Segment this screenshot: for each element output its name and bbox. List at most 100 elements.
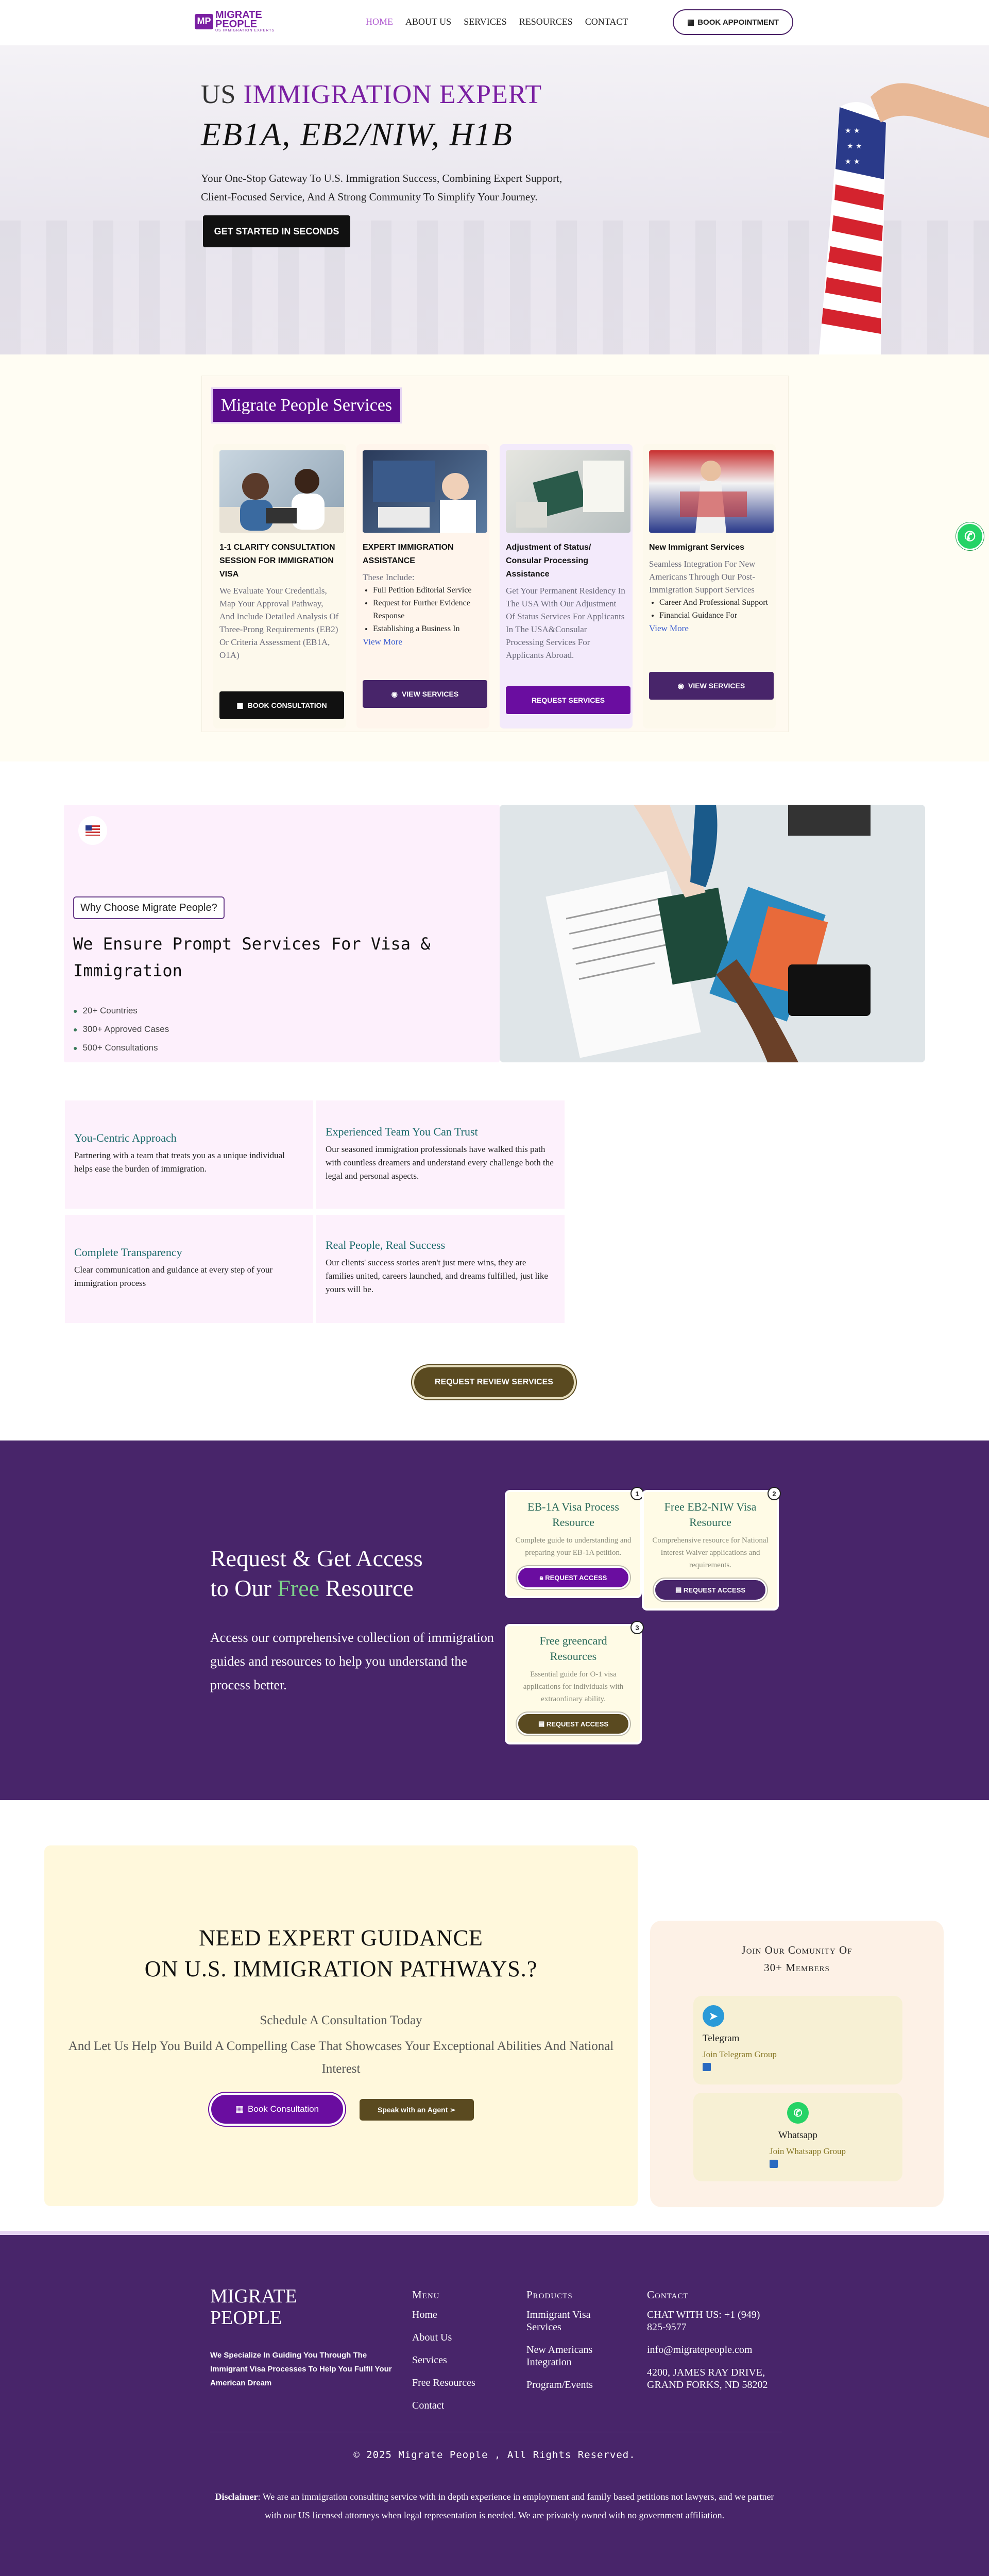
- button-label: Book Consultation: [248, 2104, 319, 2114]
- external-link-icon: [703, 2063, 711, 2071]
- adjustment-image: [506, 450, 630, 533]
- logo-line-2: PEOPLE: [215, 19, 258, 30]
- send-icon: ➢: [448, 2105, 456, 2114]
- document-icon: ▤: [538, 1720, 547, 1727]
- telegram-card[interactable]: ➤ Telegram Join Telegram Group: [693, 1996, 902, 2084]
- footer-link-contact[interactable]: Contact: [412, 2399, 505, 2412]
- nav-link-home[interactable]: HOME: [366, 16, 393, 27]
- top-navigation: MP MIGRATE PEOPLE US IMMIGRATION EXPERTS…: [0, 0, 989, 45]
- why-stats-list: 20+ Countries 300+ Approved Cases 500+ C…: [73, 1002, 169, 1057]
- nav-link-services[interactable]: SERVICES: [464, 16, 507, 27]
- view-more-link[interactable]: View More: [363, 635, 483, 648]
- expert-guidance-panel: NEED EXPERT GUIDANCE ON U.S. IMMIGRATION…: [44, 1845, 638, 2206]
- disclaimer-text: : We are an immigration consulting servi…: [258, 2492, 774, 2520]
- service-bullet: Request for Further Evidence Response: [373, 597, 483, 622]
- feature-real-success: Real People, Real Success Our clients' s…: [316, 1215, 565, 1323]
- request-review-services-button[interactable]: REQUEST REVIEW SERVICES: [412, 1365, 576, 1399]
- service-description: Get Your Permanent Residency In The USA …: [506, 586, 625, 660]
- feature-transparency: Complete Transparency Clear communicatio…: [65, 1215, 313, 1323]
- footer-link-free-resources[interactable]: Free Resources: [412, 2377, 505, 2389]
- footer-tagline: We Specialize In Guiding You Through The…: [210, 2351, 392, 2387]
- whatsapp-name: Whatsapp: [778, 2130, 817, 2141]
- get-started-button[interactable]: GET STARTED IN SECONDS: [203, 215, 350, 247]
- expert-assistance-image: [363, 450, 487, 533]
- service-bullet: Career And Professional Support: [659, 596, 770, 609]
- hero-title: US IMMIGRATION EXPERT: [201, 79, 542, 110]
- svg-text:★ ★: ★ ★: [847, 142, 862, 150]
- resources-description: Access our comprehensive collection of i…: [210, 1630, 494, 1692]
- heading-part: to Our: [210, 1575, 271, 1601]
- nav-link-resources[interactable]: RESOURCES: [519, 16, 573, 27]
- footer-product-link[interactable]: Immigrant Visa Services: [526, 2309, 619, 2333]
- logo-tagline: US IMMIGRATION EXPERTS: [215, 29, 275, 32]
- document-icon: ▤: [675, 1586, 684, 1594]
- service-bullet: Establishing a Business In: [373, 622, 483, 635]
- book-appointment-label: BOOK APPOINTMENT: [697, 18, 779, 27]
- eye-icon: ◉: [391, 689, 398, 698]
- service-card-adjustment: Adjustment of Status/ Consular Processin…: [500, 444, 633, 728]
- request-access-button[interactable]: 🔒︎ REQUEST ACCESS: [517, 1566, 630, 1589]
- view-more-link[interactable]: View More: [649, 622, 770, 635]
- stat-countries: 20+ Countries: [73, 1002, 169, 1020]
- site-footer: MIGRATE PEOPLE We Specialize In Guiding …: [0, 2231, 989, 2576]
- button-label: VIEW SERVICES: [688, 682, 745, 690]
- guidance-subheading: Schedule A Consultation Today: [260, 2013, 422, 2027]
- nav-link-about[interactable]: ABOUT US: [405, 16, 451, 27]
- service-intro: These Include:: [363, 572, 415, 582]
- feature-title: Complete Transparency: [74, 1246, 182, 1259]
- footer-phone[interactable]: CHAT WITH US: +1 (949) 825-9577: [647, 2309, 771, 2333]
- footer-product-link[interactable]: Program/Events: [526, 2379, 619, 2391]
- whatsapp-float-button[interactable]: ✆: [956, 522, 984, 550]
- whatsapp-card[interactable]: ✆ Whatsapp Join Whatsapp Group: [693, 2093, 902, 2181]
- nav-link-contact[interactable]: CONTACT: [585, 16, 628, 27]
- book-consultation-button[interactable]: ▦ BOOK CONSULTATION: [219, 691, 344, 719]
- service-card-expert-assistance: EXPERT IMMIGRATION ASSISTANCE These Incl…: [356, 444, 489, 728]
- footer-link-home[interactable]: Home: [412, 2309, 505, 2321]
- request-access-button[interactable]: ▤ REQUEST ACCESS: [654, 1579, 767, 1601]
- button-label: Speak with an Agent: [377, 2106, 448, 2114]
- service-card-new-immigrant: New Immigrant Services Seamless Integrat…: [643, 444, 776, 728]
- site-logo[interactable]: MP MIGRATE PEOPLE US IMMIGRATION EXPERTS: [195, 10, 275, 32]
- view-services-button[interactable]: ◉ VIEW SERVICES: [649, 672, 774, 700]
- resource-text: Complete guide to understanding and prep…: [515, 1536, 632, 1557]
- services-title: Migrate People Services: [211, 387, 402, 423]
- book-appointment-button[interactable]: ▦ BOOK APPOINTMENT: [673, 9, 793, 35]
- view-services-button[interactable]: ◉ VIEW SERVICES: [363, 680, 487, 708]
- footer-menu: Menu Home About Us Services Free Resourc…: [412, 2289, 505, 2422]
- button-label: REQUEST SERVICES: [531, 696, 605, 704]
- join-whatsapp-link[interactable]: Join Whatsapp Group: [703, 2146, 893, 2157]
- resources-heading-line-1: Request & Get Access: [210, 1545, 423, 1571]
- logo-mark: MP: [195, 13, 213, 29]
- footer-contact-title: Contact: [647, 2289, 689, 2301]
- resource-number: 1: [630, 1487, 644, 1500]
- footer-disclaimer: Disclaimer: We are an immigration consul…: [206, 2487, 783, 2524]
- feature-text: Partnering with a team that treats you a…: [74, 1150, 285, 1174]
- whatsapp-icon: ✆: [964, 528, 976, 544]
- feature-title: Real People, Real Success: [326, 1239, 446, 1251]
- service-name: EXPERT IMMIGRATION ASSISTANCE: [363, 543, 454, 565]
- hero-section: ★ ★ ★ ★ ★ ★ US IMMIGRATION EXPERT EB1A, EB…: [0, 45, 989, 354]
- footer-link-about[interactable]: About Us: [412, 2331, 505, 2344]
- feature-title: Experienced Team You Can Trust: [326, 1125, 478, 1138]
- speak-with-agent-button[interactable]: Speak with an Agent ➢: [360, 2099, 474, 2121]
- footer-product-link[interactable]: New Americans Integration: [526, 2344, 619, 2368]
- service-description: These Include: Full Petition Editorial S…: [363, 571, 483, 648]
- request-access-button[interactable]: ▤ REQUEST ACCESS: [517, 1713, 630, 1735]
- resource-card-eb2-niw: 2 Free EB2-NIW Visa Resource Comprehensi…: [644, 1487, 781, 1608]
- button-label: REQUEST ACCESS: [683, 1586, 746, 1594]
- whatsapp-icon: ✆: [787, 2102, 809, 2124]
- book-consultation-button[interactable]: ▦ Book Consultation: [209, 2093, 345, 2126]
- service-intro: Seamless Integration For New Americans T…: [649, 559, 756, 595]
- footer-email[interactable]: info@migratepeople.com: [647, 2344, 771, 2356]
- community-title-line-2: 30+ Members: [764, 1961, 830, 1974]
- request-services-button[interactable]: REQUEST SERVICES: [506, 686, 630, 714]
- join-telegram-link[interactable]: Join Telegram Group: [703, 2049, 893, 2060]
- eye-icon: ◉: [677, 681, 684, 690]
- consultation-image: [219, 450, 344, 533]
- svg-text:★ ★: ★ ★: [845, 127, 860, 135]
- resource-title: Free greencard Resources: [539, 1634, 607, 1663]
- heading-free-word: Free: [277, 1575, 320, 1601]
- footer-link-services[interactable]: Services: [412, 2354, 505, 2366]
- feature-text: Our seasoned immigration professionals h…: [326, 1144, 554, 1181]
- calendar-icon: ▦: [236, 701, 244, 709]
